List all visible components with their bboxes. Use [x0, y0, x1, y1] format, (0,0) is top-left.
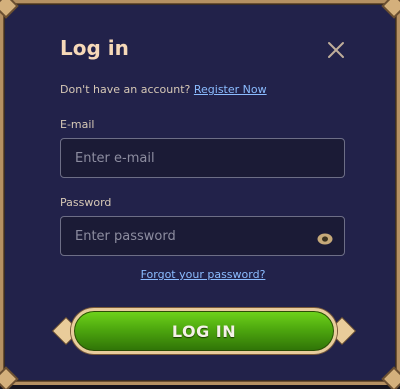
register-prompt: Don't have an account? Register Now	[60, 83, 267, 96]
corner-ornament	[0, 369, 16, 389]
email-field[interactable]	[60, 138, 345, 178]
corner-ornament	[384, 369, 400, 389]
no-account-text: Don't have an account?	[60, 83, 191, 96]
corner-ornament	[0, 0, 16, 16]
login-dialog: Log in Don't have an account? Register N…	[0, 0, 400, 389]
close-icon[interactable]	[325, 39, 347, 61]
email-label: E-mail	[60, 118, 95, 131]
forgot-password-row: Forgot your password?	[3, 268, 400, 281]
eye-icon[interactable]	[317, 230, 333, 245]
login-button[interactable]: LOG IN	[71, 308, 337, 354]
dialog-title: Log in	[60, 36, 129, 60]
register-link[interactable]: Register Now	[194, 83, 267, 96]
forgot-password-link[interactable]: Forgot your password?	[141, 268, 266, 281]
login-button-wrapper: LOG IN	[53, 307, 355, 355]
password-label: Password	[60, 196, 112, 209]
password-field[interactable]	[60, 216, 345, 256]
corner-ornament	[384, 0, 400, 16]
